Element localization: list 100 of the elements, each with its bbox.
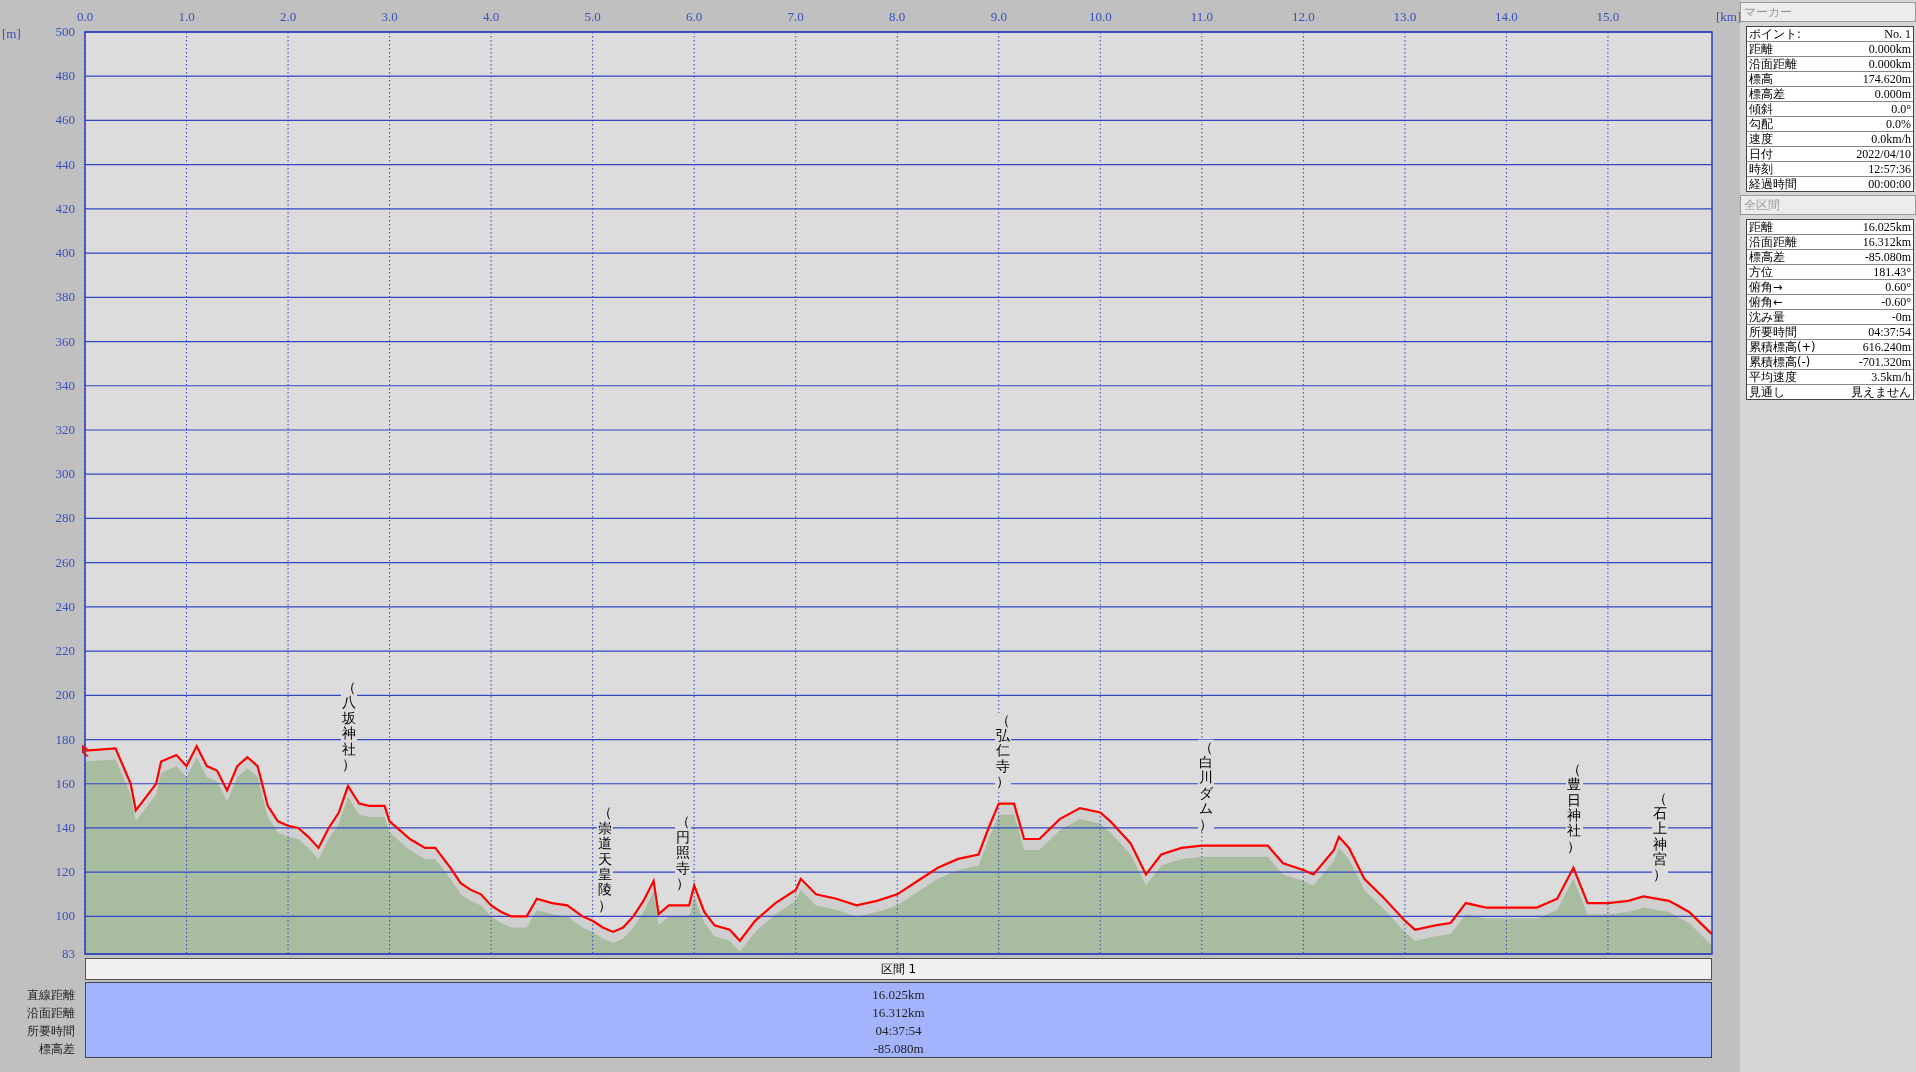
y-tick-label: 320 [55,422,75,437]
info-value: 00:00:00 [1868,177,1911,191]
info-value: 16.025km [1862,220,1911,234]
x-tick-label: 11.0 [1190,9,1213,24]
info-label: 標高差 [1749,87,1785,101]
y-tick-label: 83 [62,946,75,958]
x-tick-label: 14.0 [1495,9,1518,24]
info-label: 累積標高(+) [1749,340,1816,354]
x-tick-label: 15.0 [1596,9,1620,24]
row-label: 沿面距離 [27,1005,75,1022]
info-label: 沿面距離 [1749,57,1797,71]
panel-title: 全区間 [1740,195,1916,215]
row-value: 16.312km [872,1004,925,1022]
y-tick-label: 200 [55,687,75,703]
x-tick-label: 12.0 [1291,9,1315,24]
info-value: 2022/04/10 [1856,147,1911,161]
info-label: 俯角→ [1749,280,1783,294]
info-label: 俯角← [1749,295,1783,309]
panel-title: マーカー [1740,2,1916,22]
x-tick-label: 7.0 [787,9,804,24]
place-label: （円照寺） [675,814,692,892]
row-label: 所要時間 [27,1023,75,1040]
y-tick-label: 140 [55,819,75,835]
info-value: 0.0% [1886,117,1911,131]
info-label: 時刻 [1749,162,1773,176]
info-label: 沈み量 [1749,310,1785,324]
y-tick-label: 220 [55,643,75,659]
x-tick-label: 2.0 [279,9,297,24]
row-value: 04:37:54 [875,1022,922,1040]
info-value: 0.000km [1868,42,1911,56]
info-label: 傾斜 [1749,102,1773,116]
info-label: 平均速度 [1749,370,1797,384]
info-value: 3.5km/h [1871,370,1911,384]
x-tick-label: 6.0 [686,9,703,24]
x-tick-label: 8.0 [889,9,906,24]
info-value: No. 1 [1884,27,1911,41]
info-label: 勾配 [1749,117,1773,131]
marker-icon [82,744,89,757]
info-value: 見えません [1851,385,1911,399]
info-value: -0m [1891,310,1911,324]
y-tick-label: 400 [55,245,75,261]
info-label: ポイント: [1749,27,1801,41]
info-value: 16.312km [1862,235,1911,249]
y-tick-label: 340 [55,377,75,393]
y-unit-label: [m] [2,26,21,41]
y-tick-label: 260 [55,554,75,570]
x-tick-label: 3.0 [381,9,398,24]
x-unit-label: [km] [1716,9,1740,24]
info-value: 0.000m [1874,87,1911,101]
y-tick-label: 360 [55,333,75,349]
x-tick-label: 1.0 [178,9,195,24]
y-tick-label: 300 [55,466,75,482]
x-tick-label: 13.0 [1393,9,1417,24]
y-tick-label: 120 [55,864,75,880]
y-tick-label: 460 [55,112,75,128]
x-tick-label: 9.0 [990,9,1007,24]
info-value: 04:37:54 [1868,325,1911,339]
info-value: 0.0° [1891,102,1911,116]
info-label: 距離 [1749,220,1773,234]
y-tick-label: 380 [55,289,75,305]
row-label: 標高差 [39,1041,75,1058]
section-header: 区間 1 [85,958,1712,980]
x-tick-label: 4.0 [483,9,500,24]
y-tick-label: 180 [55,731,75,747]
y-tick-label: 100 [55,908,75,924]
info-label: 方位 [1749,265,1773,279]
info-label: 日付 [1749,147,1773,161]
info-value: 174.620m [1862,72,1911,86]
info-label: 累積標高(-) [1749,355,1811,369]
x-tick-label: 5.0 [584,9,601,24]
info-label: 所要時間 [1749,325,1797,339]
y-tick-label: 280 [55,510,75,526]
info-value: 0.000km [1868,57,1911,71]
info-value: -0.60° [1881,295,1911,309]
x-tick-label: 10.0 [1088,9,1112,24]
info-label: 見通し [1749,385,1785,399]
info-value: 0.0km/h [1871,132,1911,146]
row-value: 16.025km [872,986,925,1004]
info-label: 速度 [1749,132,1773,146]
info-label: 標高 [1749,72,1773,86]
info-label: 経過時間 [1749,177,1797,191]
row-label: 直線距離 [27,987,75,1004]
y-tick-label: 420 [55,200,75,216]
y-tick-label: 240 [55,598,75,614]
info-value: 0.60° [1885,280,1911,294]
info-value: 181.43° [1873,265,1911,279]
info-value: -701.320m [1858,355,1911,369]
info-value: -85.080m [1864,250,1911,264]
y-tick-label: 500 [55,24,75,39]
row-value: -85.080m [873,1040,924,1058]
y-tick-label: 440 [55,156,75,172]
info-value: 616.240m [1862,340,1911,354]
info-value: 12:57:36 [1868,162,1911,176]
info-label: 距離 [1749,42,1773,56]
y-tick-label: 480 [55,68,75,84]
y-tick-label: 160 [55,775,75,791]
x-tick-label: 0.0 [76,9,94,24]
place-label: （豊日神社） [1566,761,1583,854]
info-label: 沿面距離 [1749,235,1797,249]
info-label: 標高差 [1749,250,1785,264]
